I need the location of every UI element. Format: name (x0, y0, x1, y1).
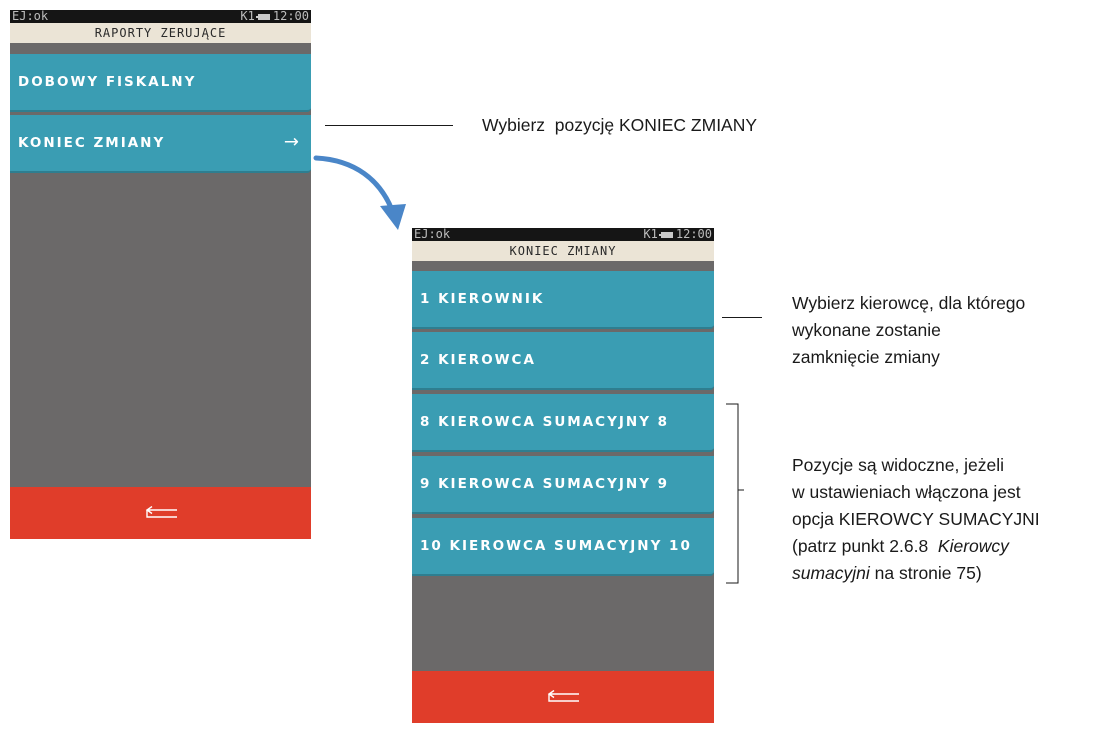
annotation-select-koniec: Wybierz pozycję KONIEC ZMIANY (482, 115, 758, 135)
annotation-select-driver: Wybierz kierowcę, dla którego wykonane z… (792, 293, 1026, 367)
menu-item-label: DOBOWY FISKALNY (18, 74, 197, 90)
clock: 12:00 (272, 10, 309, 23)
back-arrow-icon (547, 690, 579, 702)
screen-title: KONIEC ZMIANY (412, 241, 714, 261)
ej-status: EJ:ok (12, 10, 49, 23)
annotation-visible-items: Pozycje są widoczne, jeżeli w ustawienia… (792, 455, 1040, 583)
screen-koniec-zmiany: EJ:ok K1 12:00 KONIEC ZMIANY 1 KIEROWNIK… (412, 228, 714, 723)
leader-line (325, 125, 453, 126)
menu-item-kierowca-sumacyjny-9[interactable]: 9 KIEROWCA SUMACYJNY 9 (412, 456, 714, 514)
back-arrow-icon (145, 506, 177, 518)
leader-line (722, 317, 762, 318)
arrow-right-icon: → (283, 131, 299, 153)
keyboard-indicator: K1 (240, 10, 255, 23)
menu-item-label: 1 KIEROWNIK (420, 291, 545, 307)
menu-item-label: KONIEC ZMIANY (18, 135, 166, 151)
menu-item-label: 8 KIEROWCA SUMACYJNY 8 (420, 414, 670, 430)
status-bar: EJ:ok K1 12:00 (412, 228, 714, 241)
screen-title: RAPORTY ZERUJĄCE (10, 23, 311, 43)
menu-item-koniec-zmiany[interactable]: KONIEC ZMIANY → (10, 115, 311, 173)
bracket (726, 403, 744, 584)
menu-item-dobowy-fiskalny[interactable]: DOBOWY FISKALNY (10, 54, 311, 112)
back-button[interactable] (412, 671, 714, 723)
clock: 12:00 (675, 228, 712, 241)
keyboard-indicator: K1 (643, 228, 658, 241)
battery-icon (255, 13, 270, 20)
menu-item-kierowca[interactable]: 2 KIEROWCA (412, 332, 714, 390)
status-bar: EJ:ok K1 12:00 (10, 10, 311, 23)
menu-item-kierowca-sumacyjny-8[interactable]: 8 KIEROWCA SUMACYJNY 8 (412, 394, 714, 452)
back-button[interactable] (10, 487, 311, 539)
menu-item-label: 2 KIEROWCA (420, 352, 536, 368)
menu-item-label: 9 KIEROWCA SUMACYJNY 9 (420, 476, 670, 492)
flow-arrow-icon (313, 155, 406, 230)
menu-item-kierowca-sumacyjny-10[interactable]: 10 KIEROWCA SUMACYJNY 10 (412, 518, 714, 576)
battery-icon (658, 231, 673, 238)
menu-item-label: 10 KIEROWCA SUMACYJNY 10 (420, 538, 692, 554)
screen-raporty-zerujace: EJ:ok K1 12:00 RAPORTY ZERUJĄCE DOBOWY F… (10, 10, 311, 539)
menu-item-kierownik[interactable]: 1 KIEROWNIK (412, 271, 714, 329)
